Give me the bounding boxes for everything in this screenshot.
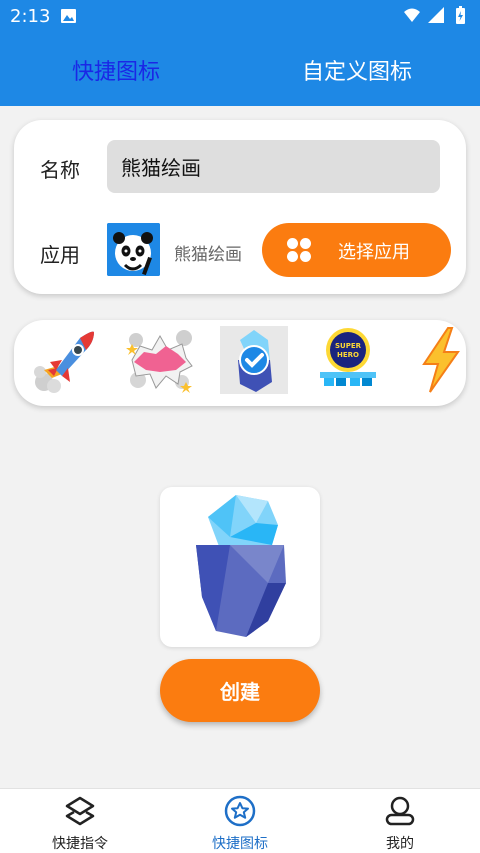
star-badge-icon [224, 795, 256, 827]
shortcut-form-card: 名称 熊猫绘画 应用 熊猫绘画 选择应用 [14, 120, 466, 294]
superhero-icon[interactable]: SUPER HERO [314, 326, 382, 394]
bang-icon[interactable] [126, 326, 194, 394]
app-label: 应用 [40, 243, 80, 267]
superhero-text-2: HERO [337, 351, 359, 359]
selected-app-icon [107, 223, 160, 276]
signal-icon [428, 7, 444, 23]
bottom-nav: 快捷指令 快捷图标 我的 [0, 788, 480, 853]
nav-label-shortcuts: 快捷指令 [52, 836, 108, 852]
icon-picker-strip[interactable]: SUPER HERO [14, 320, 466, 406]
create-button[interactable]: 创建 [160, 659, 320, 722]
iceberg-preview-icon [196, 495, 286, 637]
name-label: 名称 [40, 158, 80, 182]
nav-item-profile[interactable]: 我的 [340, 789, 460, 853]
lightning-icon[interactable] [408, 326, 466, 394]
four-petal-grid-icon [287, 238, 311, 262]
image-notification-icon [61, 9, 76, 23]
wifi-icon [404, 8, 420, 22]
shortcut-icon [65, 796, 95, 826]
tab-custom-icon[interactable]: 自定义图标 [302, 54, 412, 86]
panda-icon [107, 223, 160, 276]
profile-icon [385, 796, 415, 826]
superhero-text-1: SUPER [335, 342, 362, 350]
status-bar: 2:13 [0, 0, 480, 34]
status-time: 2:13 [10, 6, 51, 27]
name-input[interactable]: 熊猫绘画 [107, 140, 440, 193]
rocket-icon[interactable] [32, 326, 100, 394]
icon-preview [160, 487, 320, 647]
status-icons [404, 6, 465, 24]
nav-label-quick-icons: 快捷图标 [212, 836, 268, 852]
nav-label-profile: 我的 [386, 836, 414, 852]
select-app-label: 选择应用 [338, 242, 410, 263]
selected-app-name: 熊猫绘画 [174, 245, 242, 265]
nav-item-quick-icons[interactable]: 快捷图标 [180, 789, 300, 853]
select-app-button[interactable]: 选择应用 [262, 223, 451, 277]
battery-icon [456, 6, 465, 24]
iceberg-check-icon[interactable] [220, 326, 288, 394]
top-tab-bar: 快捷图标 自定义图标 [0, 34, 480, 106]
tab-quick-icon[interactable]: 快捷图标 [72, 54, 160, 86]
nav-item-shortcuts[interactable]: 快捷指令 [20, 789, 140, 853]
